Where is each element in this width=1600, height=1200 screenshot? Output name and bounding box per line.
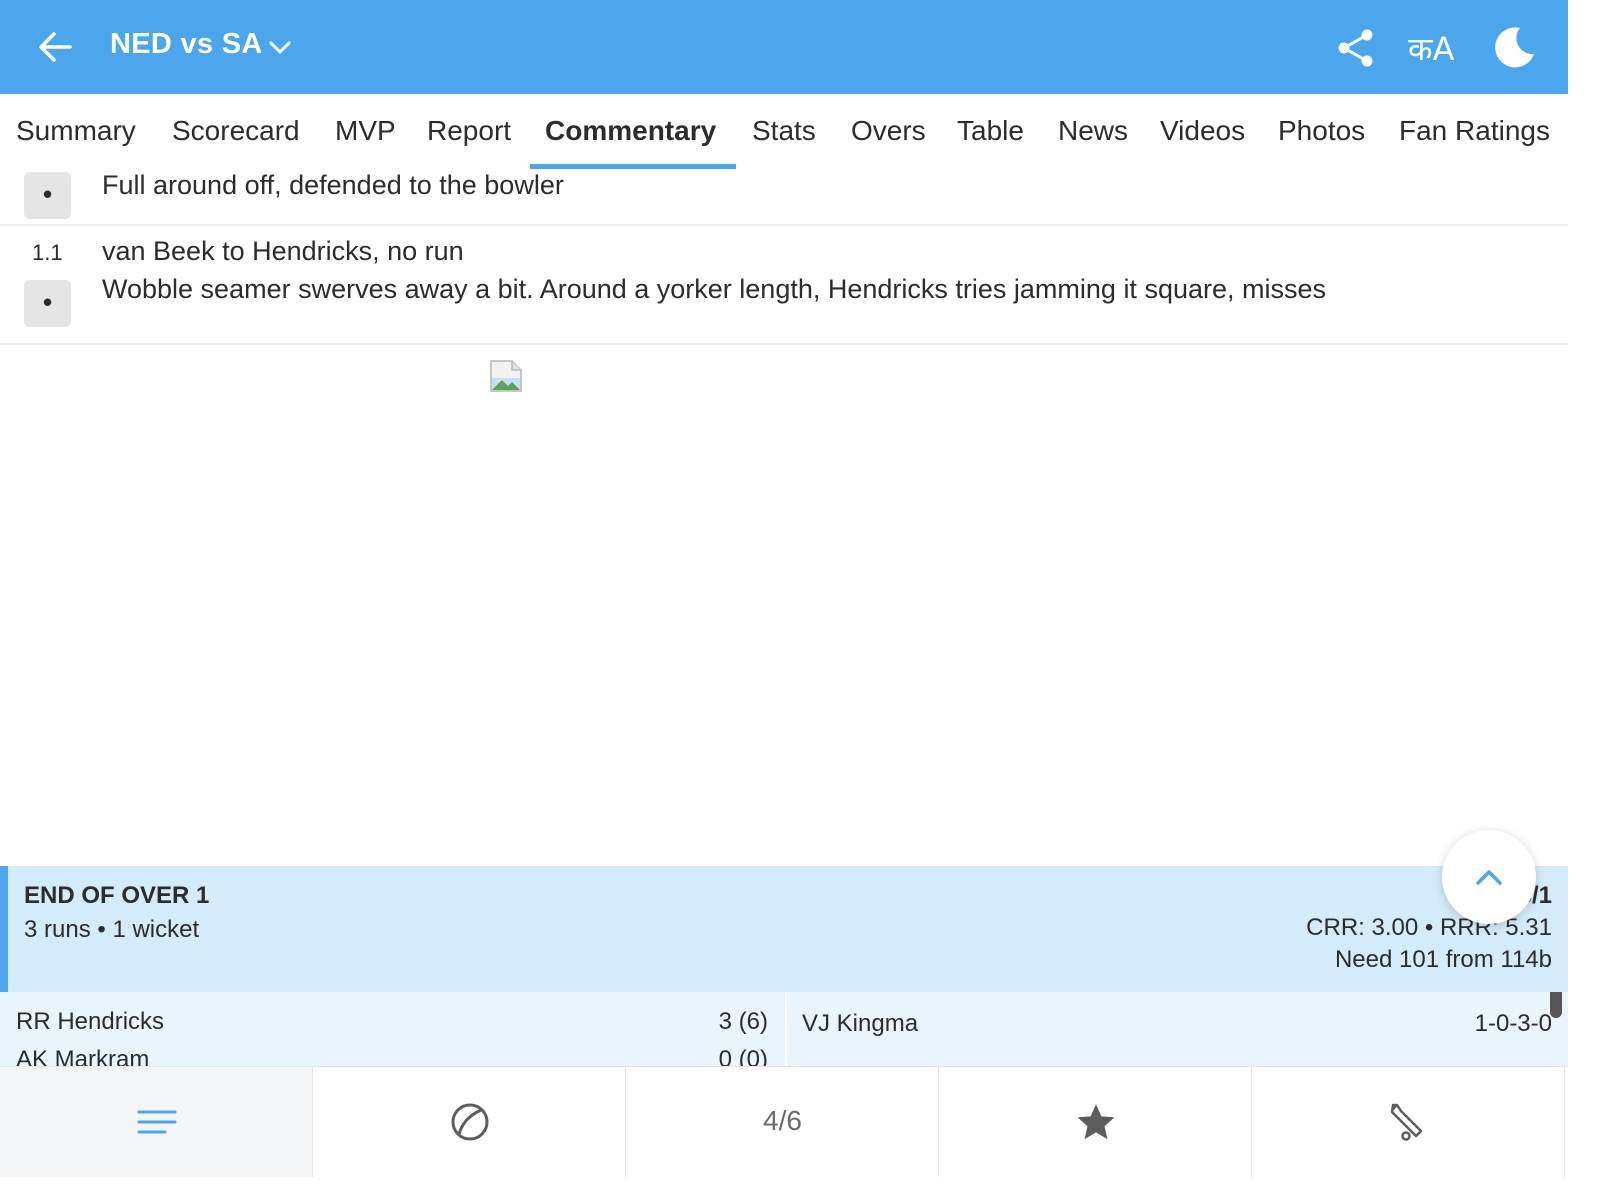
tab-scorecard[interactable]: Scorecard xyxy=(172,94,300,170)
menu-lines-icon xyxy=(137,1110,177,1134)
tab-commentary[interactable]: Commentary xyxy=(545,94,716,170)
nav-favorites-button[interactable] xyxy=(939,1067,1252,1177)
commentary-item: • Full around off, defended to the bowle… xyxy=(0,170,1568,226)
ball-result-badge: • xyxy=(24,172,71,219)
star-icon xyxy=(1077,1104,1115,1140)
commentary-feed: • Full around off, defended to the bowle… xyxy=(0,170,1568,866)
batter-score: 3 (6) xyxy=(718,1008,768,1035)
moon-icon xyxy=(1495,27,1534,68)
back-button[interactable] xyxy=(30,24,78,72)
over-runs-wickets: 3 runs • 1 wicket xyxy=(24,916,200,943)
tab-news[interactable]: News xyxy=(1058,94,1128,170)
scroll-to-top-button[interactable] xyxy=(1442,830,1536,924)
chevron-up-icon xyxy=(1476,870,1502,885)
batter-score: 0 (0) xyxy=(718,1046,768,1066)
commentary-headline: van Beek to Hendricks, no run xyxy=(102,236,464,266)
tab-overs[interactable]: Overs xyxy=(851,94,926,170)
players-at-crease: RR Hendricks 3 (6) AK Markram 0 (0) VJ K… xyxy=(0,992,1568,1066)
batter-name: RR Hendricks xyxy=(16,1008,165,1035)
column-divider xyxy=(785,992,787,1066)
scrollbar-thumb[interactable] xyxy=(1550,992,1562,1018)
target-requirement: Need 101 from 114b xyxy=(1334,946,1552,973)
end-of-over-summary: END OF OVER 1 3 runs • 1 wicket 3/1 CRR:… xyxy=(0,866,1568,992)
tab-report[interactable]: Report xyxy=(427,94,511,170)
ball-number: 1.1 xyxy=(32,240,63,265)
commentary-text: Wobble seamer swerves away a bit. Around… xyxy=(102,274,1327,304)
back-arrow-icon xyxy=(39,32,72,62)
nav-menu-button[interactable] xyxy=(0,1067,313,1177)
tab-fan-ratings[interactable]: Fan Ratings xyxy=(1399,94,1550,170)
tab-stats[interactable]: Stats xyxy=(752,94,816,170)
commentary-item: 1.1 • van Beek to Hendricks, no run Wobb… xyxy=(0,226,1568,345)
tab-mvp[interactable]: MVP xyxy=(335,94,396,170)
page-indicator-text: 4/6 xyxy=(763,1105,802,1136)
share-button[interactable] xyxy=(1334,26,1378,70)
ball-result-badge: • xyxy=(24,280,71,327)
batter-name: AK Markram xyxy=(16,1046,150,1066)
match-switcher-button[interactable] xyxy=(266,34,294,62)
tab-table[interactable]: Table xyxy=(957,94,1024,170)
share-icon xyxy=(1338,29,1373,67)
batter-row: AK Markram 0 (0) xyxy=(16,1046,768,1066)
tab-videos[interactable]: Videos xyxy=(1160,94,1245,170)
ball-icon xyxy=(451,1103,489,1141)
language-toggle-button[interactable]: कA xyxy=(1408,27,1454,70)
dark-mode-button[interactable] xyxy=(1490,24,1538,72)
tab-summary[interactable]: Summary xyxy=(16,94,136,170)
top-app-bar: NED vs SA कA xyxy=(0,0,1568,94)
tab-photos[interactable]: Photos xyxy=(1278,94,1365,170)
bowler-figures: 1-0-3-0 xyxy=(1474,1010,1552,1037)
nav-live-button[interactable] xyxy=(313,1067,626,1177)
nav-cricket-button[interactable] xyxy=(1252,1067,1565,1177)
batter-row: RR Hendricks 3 (6) xyxy=(16,1008,768,1036)
active-tab-indicator xyxy=(530,164,736,169)
over-summary-title: END OF OVER 1 xyxy=(24,882,210,909)
match-tabs: Summary Scorecard MVP Report Commentary … xyxy=(0,94,1568,170)
bowler-name: VJ Kingma xyxy=(802,1010,919,1037)
match-title[interactable]: NED vs SA xyxy=(110,28,263,61)
nav-page-indicator[interactable]: 4/6 xyxy=(626,1067,939,1177)
run-rates: CRR: 3.00 • RRR: 5.31 xyxy=(1306,914,1552,941)
chevron-down-icon xyxy=(269,41,291,54)
bowler-row: VJ Kingma 1-0-3-0 xyxy=(802,1010,1552,1038)
bottom-navigation: 4/6 xyxy=(0,1066,1568,1177)
broken-image-icon xyxy=(490,360,522,392)
broken-image-placeholder xyxy=(490,360,522,392)
commentary-text: Full around off, defended to the bowler xyxy=(102,170,564,200)
bat-icon xyxy=(1390,1103,1423,1141)
